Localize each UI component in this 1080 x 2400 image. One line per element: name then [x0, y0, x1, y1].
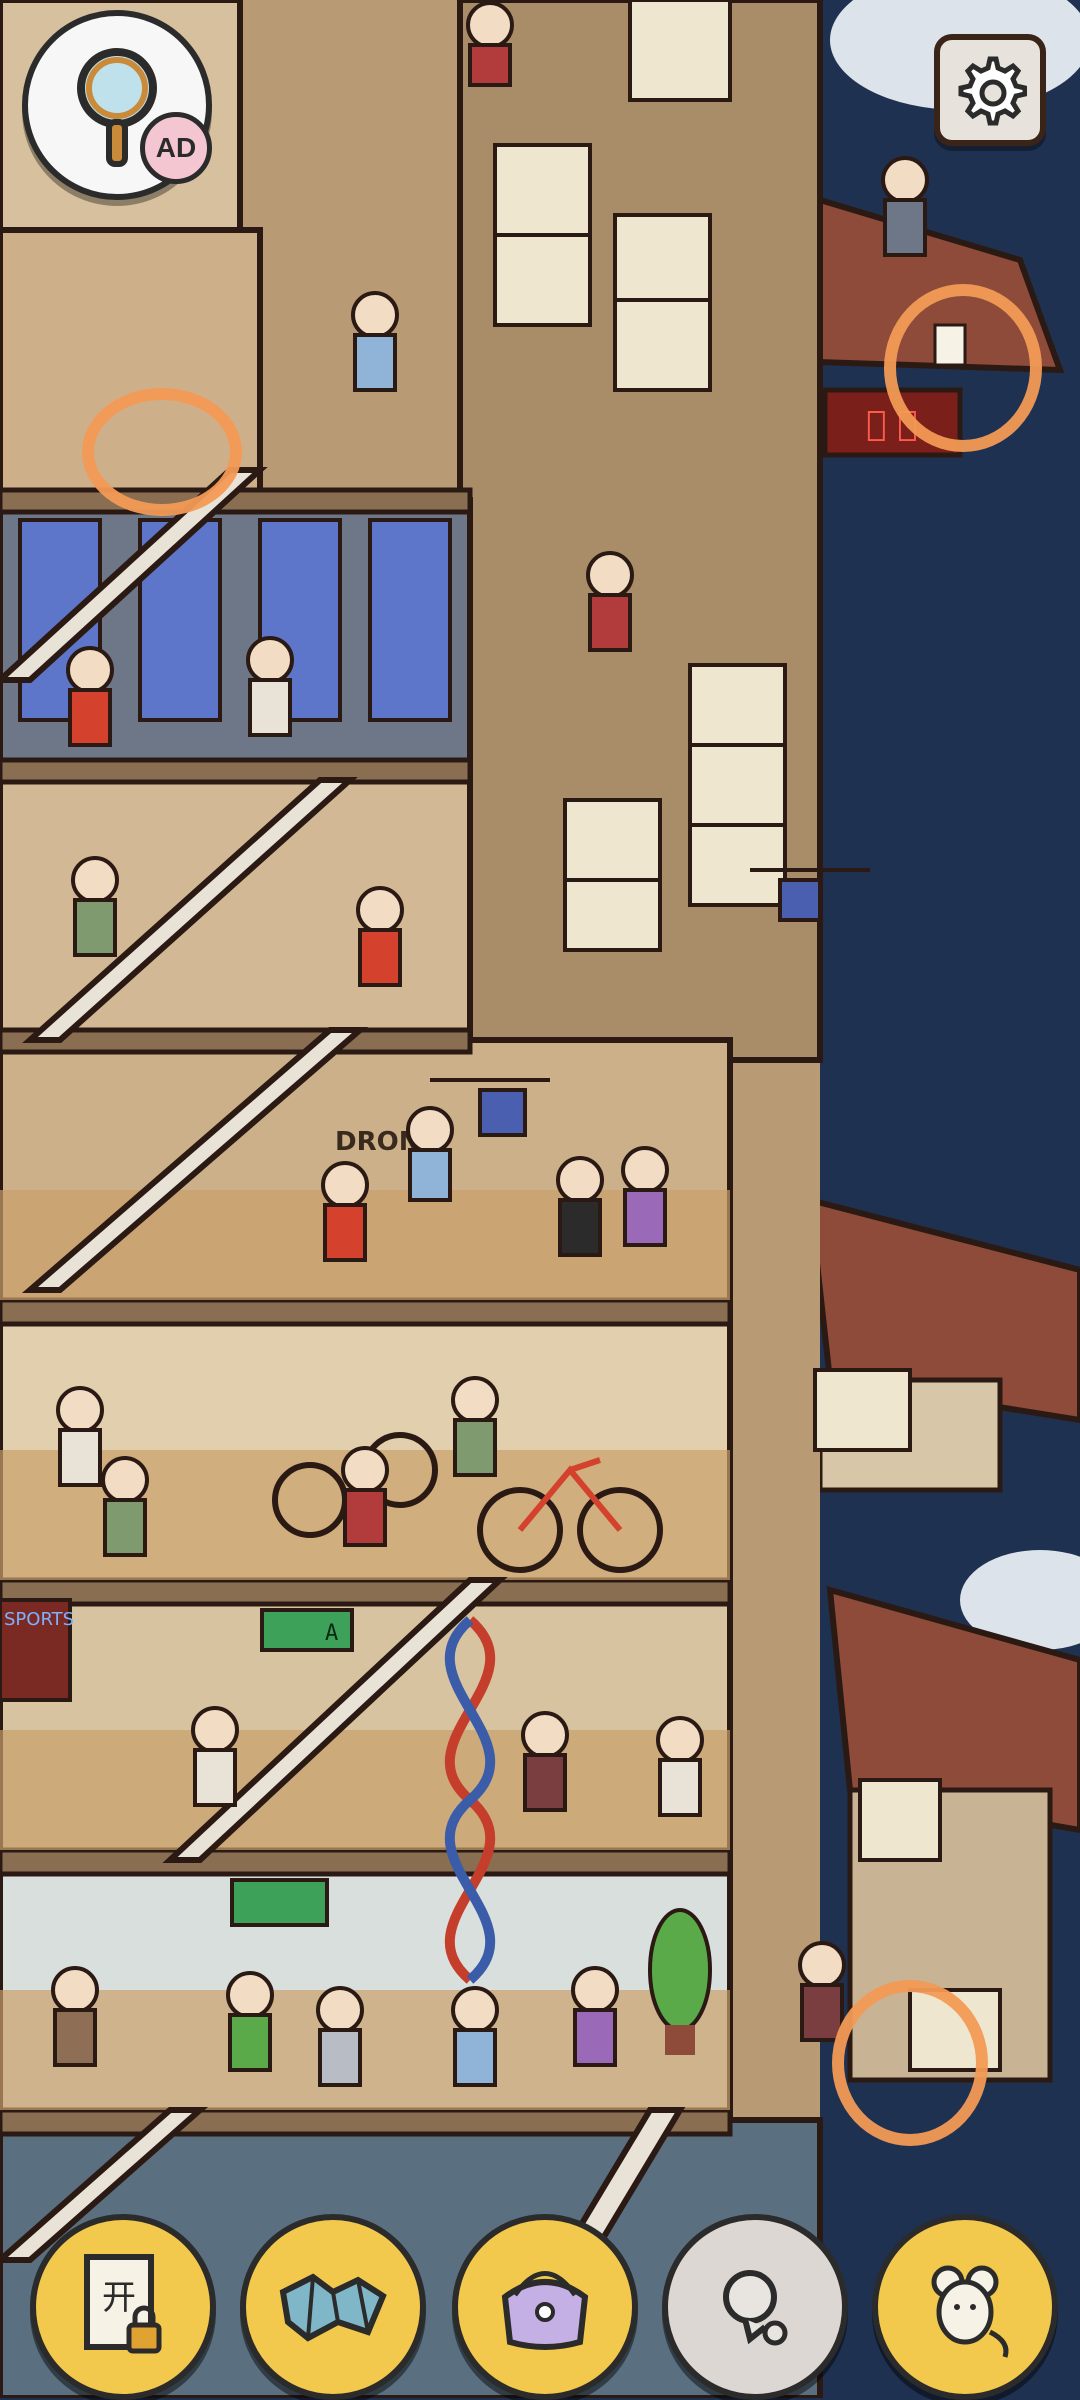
found-marker	[832, 1980, 988, 2146]
locked-document-icon: 开	[84, 2254, 162, 2354]
found-marker	[884, 284, 1042, 452]
toolbar-button-4[interactable]	[662, 2214, 848, 2400]
toolbar-button-3[interactable]	[452, 2214, 638, 2400]
settings-button[interactable]	[934, 34, 1046, 146]
zoom-ad-button[interactable]: AD	[22, 10, 212, 200]
document-glyph: 开	[102, 2278, 136, 2318]
bottom-toolbar: 开	[0, 2200, 1080, 2400]
robot-screen-text: A	[325, 1621, 338, 1646]
ad-badge: AD	[140, 112, 212, 184]
mouse-icon	[931, 2265, 1009, 2358]
toolbar-button-5[interactable]	[872, 2214, 1058, 2400]
toolbar-button-1[interactable]: 开	[30, 2214, 216, 2400]
map-icon	[279, 2273, 387, 2342]
gear-icon	[958, 56, 1027, 126]
bag-icon	[501, 2271, 589, 2350]
hint-icon	[723, 2270, 788, 2346]
sports-sign-text: SPORTS	[4, 1609, 74, 1630]
found-marker	[82, 388, 242, 516]
toolbar-button-2[interactable]	[240, 2214, 426, 2400]
